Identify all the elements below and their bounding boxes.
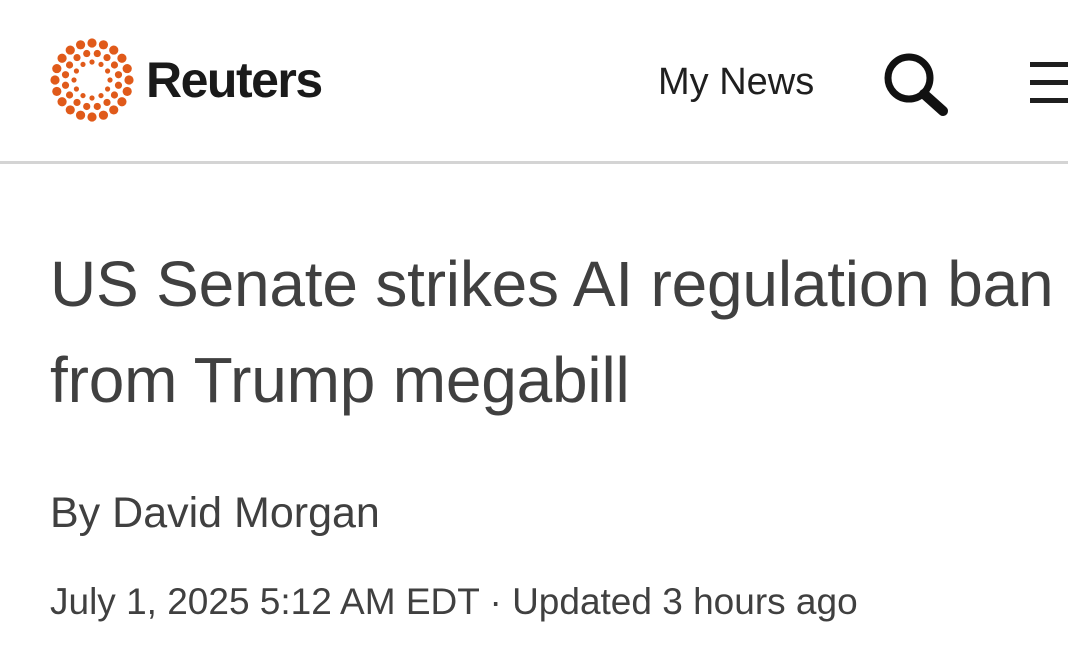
article-headline: US Senate strikes AI regulation ban from… [50,248,1054,416]
my-news-link[interactable]: My News [658,58,814,106]
hamburger-menu-icon [1030,62,1068,67]
author-link[interactable]: David Morgan [112,489,380,537]
search-button[interactable] [880,50,952,116]
byline-prefix: By [50,489,101,537]
updated-timestamp: Updated 3 hours ago [512,581,858,622]
published-timestamp: July 1, 2025 5:12 AM EDT [50,581,480,622]
byline: By David Morgan [50,486,380,540]
hamburger-menu-icon-bar [1030,98,1068,103]
search-icon [884,53,948,116]
reuters-dot-ring-icon [50,38,134,122]
dateline: July 1, 2025 5:12 AM EDT · Updated 3 hou… [50,578,858,626]
brand-name: Reuters [146,52,323,108]
menu-button[interactable] [1026,60,1068,106]
reuters-logo-link[interactable]: Reuters [50,38,323,122]
site-header: Reuters My News [0,0,1068,164]
hamburger-menu-icon-bar [1030,80,1068,85]
dateline-separator: · [489,581,502,622]
